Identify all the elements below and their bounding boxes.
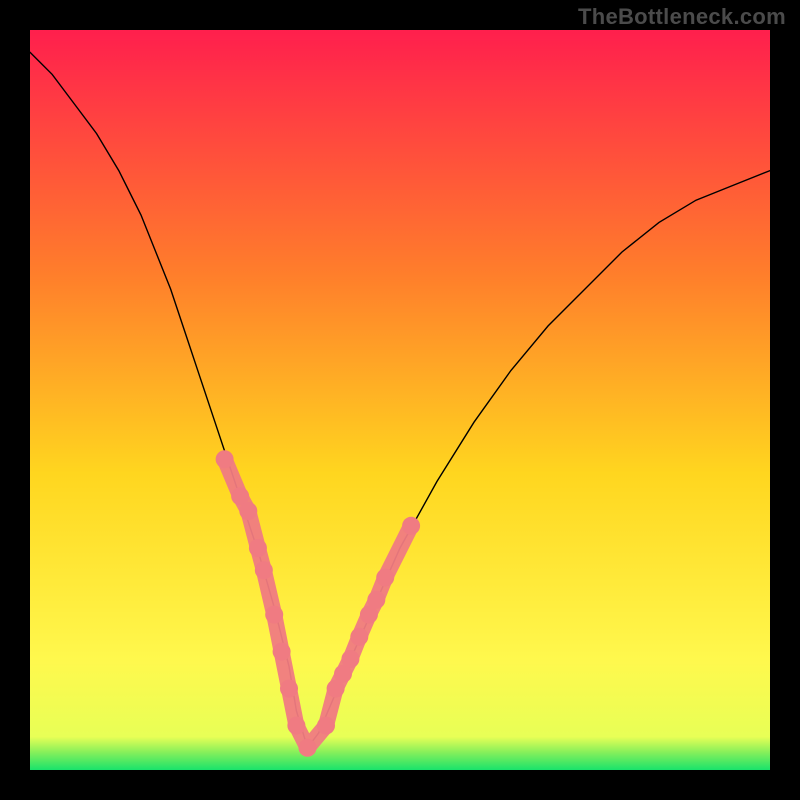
highlight-point [376,569,394,587]
chart-svg [30,30,770,770]
highlight-point [367,591,385,609]
highlight-point [402,517,420,535]
highlight-point [350,628,368,646]
chart-frame: TheBottleneck.com [0,0,800,800]
highlight-point [280,680,298,698]
highlight-point [239,502,257,520]
highlight-point [255,561,273,579]
highlight-point [216,450,234,468]
highlight-point [317,717,335,735]
chart-background [30,30,770,770]
highlight-point [273,643,291,661]
highlight-point [249,539,267,557]
highlight-point [341,650,359,668]
highlight-point [299,739,317,757]
highlight-point [287,717,305,735]
watermark-text: TheBottleneck.com [578,4,786,30]
highlight-point [265,606,283,624]
chart-plot-area [30,30,770,770]
